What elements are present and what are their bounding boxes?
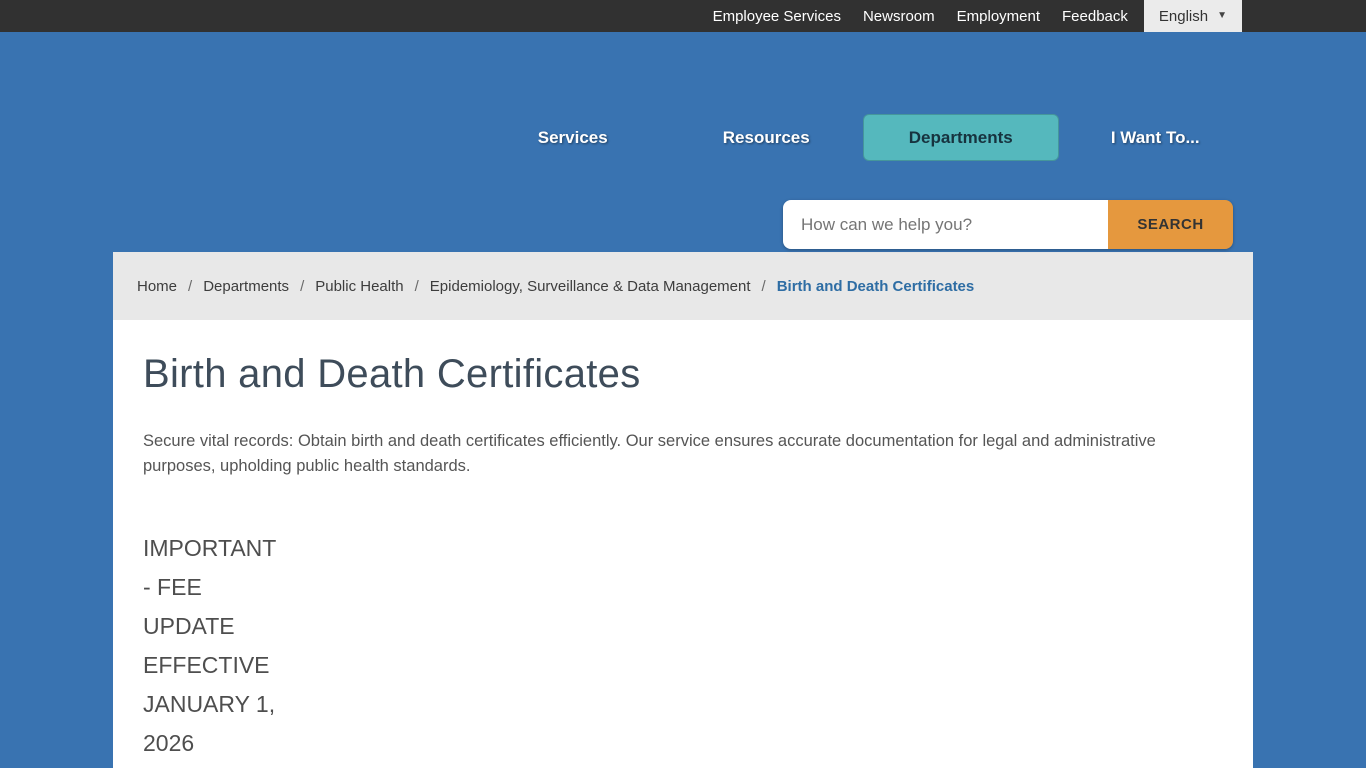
nav-services[interactable]: Services [476, 114, 670, 161]
topbar-link-employee-services[interactable]: Employee Services [702, 0, 852, 32]
content-column: Home / Departments / Public Health / Epi… [113, 252, 1253, 768]
notice-line: - FEE [143, 574, 202, 600]
nav-resources[interactable]: Resources [670, 114, 864, 161]
notice-line: 2026 [143, 730, 195, 756]
main-nav: Services Resources Departments I Want To… [476, 114, 1252, 161]
language-label: English [1158, 7, 1209, 25]
fee-update-notice: IMPORTANT - FEE UPDATE EFFECTIVE JANUARY… [143, 529, 1223, 763]
notice-line: IMPORTANT [143, 535, 277, 561]
breadcrumb-separator: / [188, 277, 193, 295]
notice-line: JANUARY 1, [143, 691, 276, 717]
notice-line: EFFECTIVE [143, 652, 270, 678]
breadcrumb-separator: / [414, 277, 419, 295]
topbar-link-newsroom[interactable]: Newsroom [852, 0, 946, 32]
topbar-link-employment[interactable]: Employment [946, 0, 1051, 32]
nav-i-want-to[interactable]: I Want To... [1059, 114, 1253, 161]
breadcrumb-separator: / [300, 277, 305, 295]
breadcrumb-public-health[interactable]: Public Health [315, 278, 403, 295]
breadcrumb-departments[interactable]: Departments [203, 278, 289, 295]
breadcrumb-current: Birth and Death Certificates [776, 277, 975, 295]
search-bar: SEARCH [783, 200, 1233, 249]
nav-departments[interactable]: Departments [863, 114, 1059, 161]
breadcrumb-epidemiology[interactable]: Epidemiology, Surveillance & Data Manage… [430, 278, 751, 295]
breadcrumb: Home / Departments / Public Health / Epi… [113, 252, 1253, 320]
breadcrumb-separator: / [761, 277, 766, 295]
breadcrumb-home[interactable]: Home [137, 278, 177, 295]
search-input[interactable] [783, 200, 1108, 249]
language-selector[interactable]: English ▼ [1143, 0, 1242, 32]
notice-line: UPDATE [143, 613, 235, 639]
search-button[interactable]: SEARCH [1108, 200, 1233, 249]
page-content: Birth and Death Certificates Secure vita… [113, 352, 1253, 763]
chevron-down-icon: ▼ [1217, 10, 1227, 21]
topbar-link-feedback[interactable]: Feedback [1051, 0, 1139, 32]
site-header: Services Resources Departments I Want To… [0, 32, 1366, 252]
intro-paragraph: Secure vital records: Obtain birth and d… [143, 432, 1156, 475]
page-title: Birth and Death Certificates [143, 352, 641, 396]
topbar: Employee Services Newsroom Employment Fe… [0, 0, 1366, 32]
